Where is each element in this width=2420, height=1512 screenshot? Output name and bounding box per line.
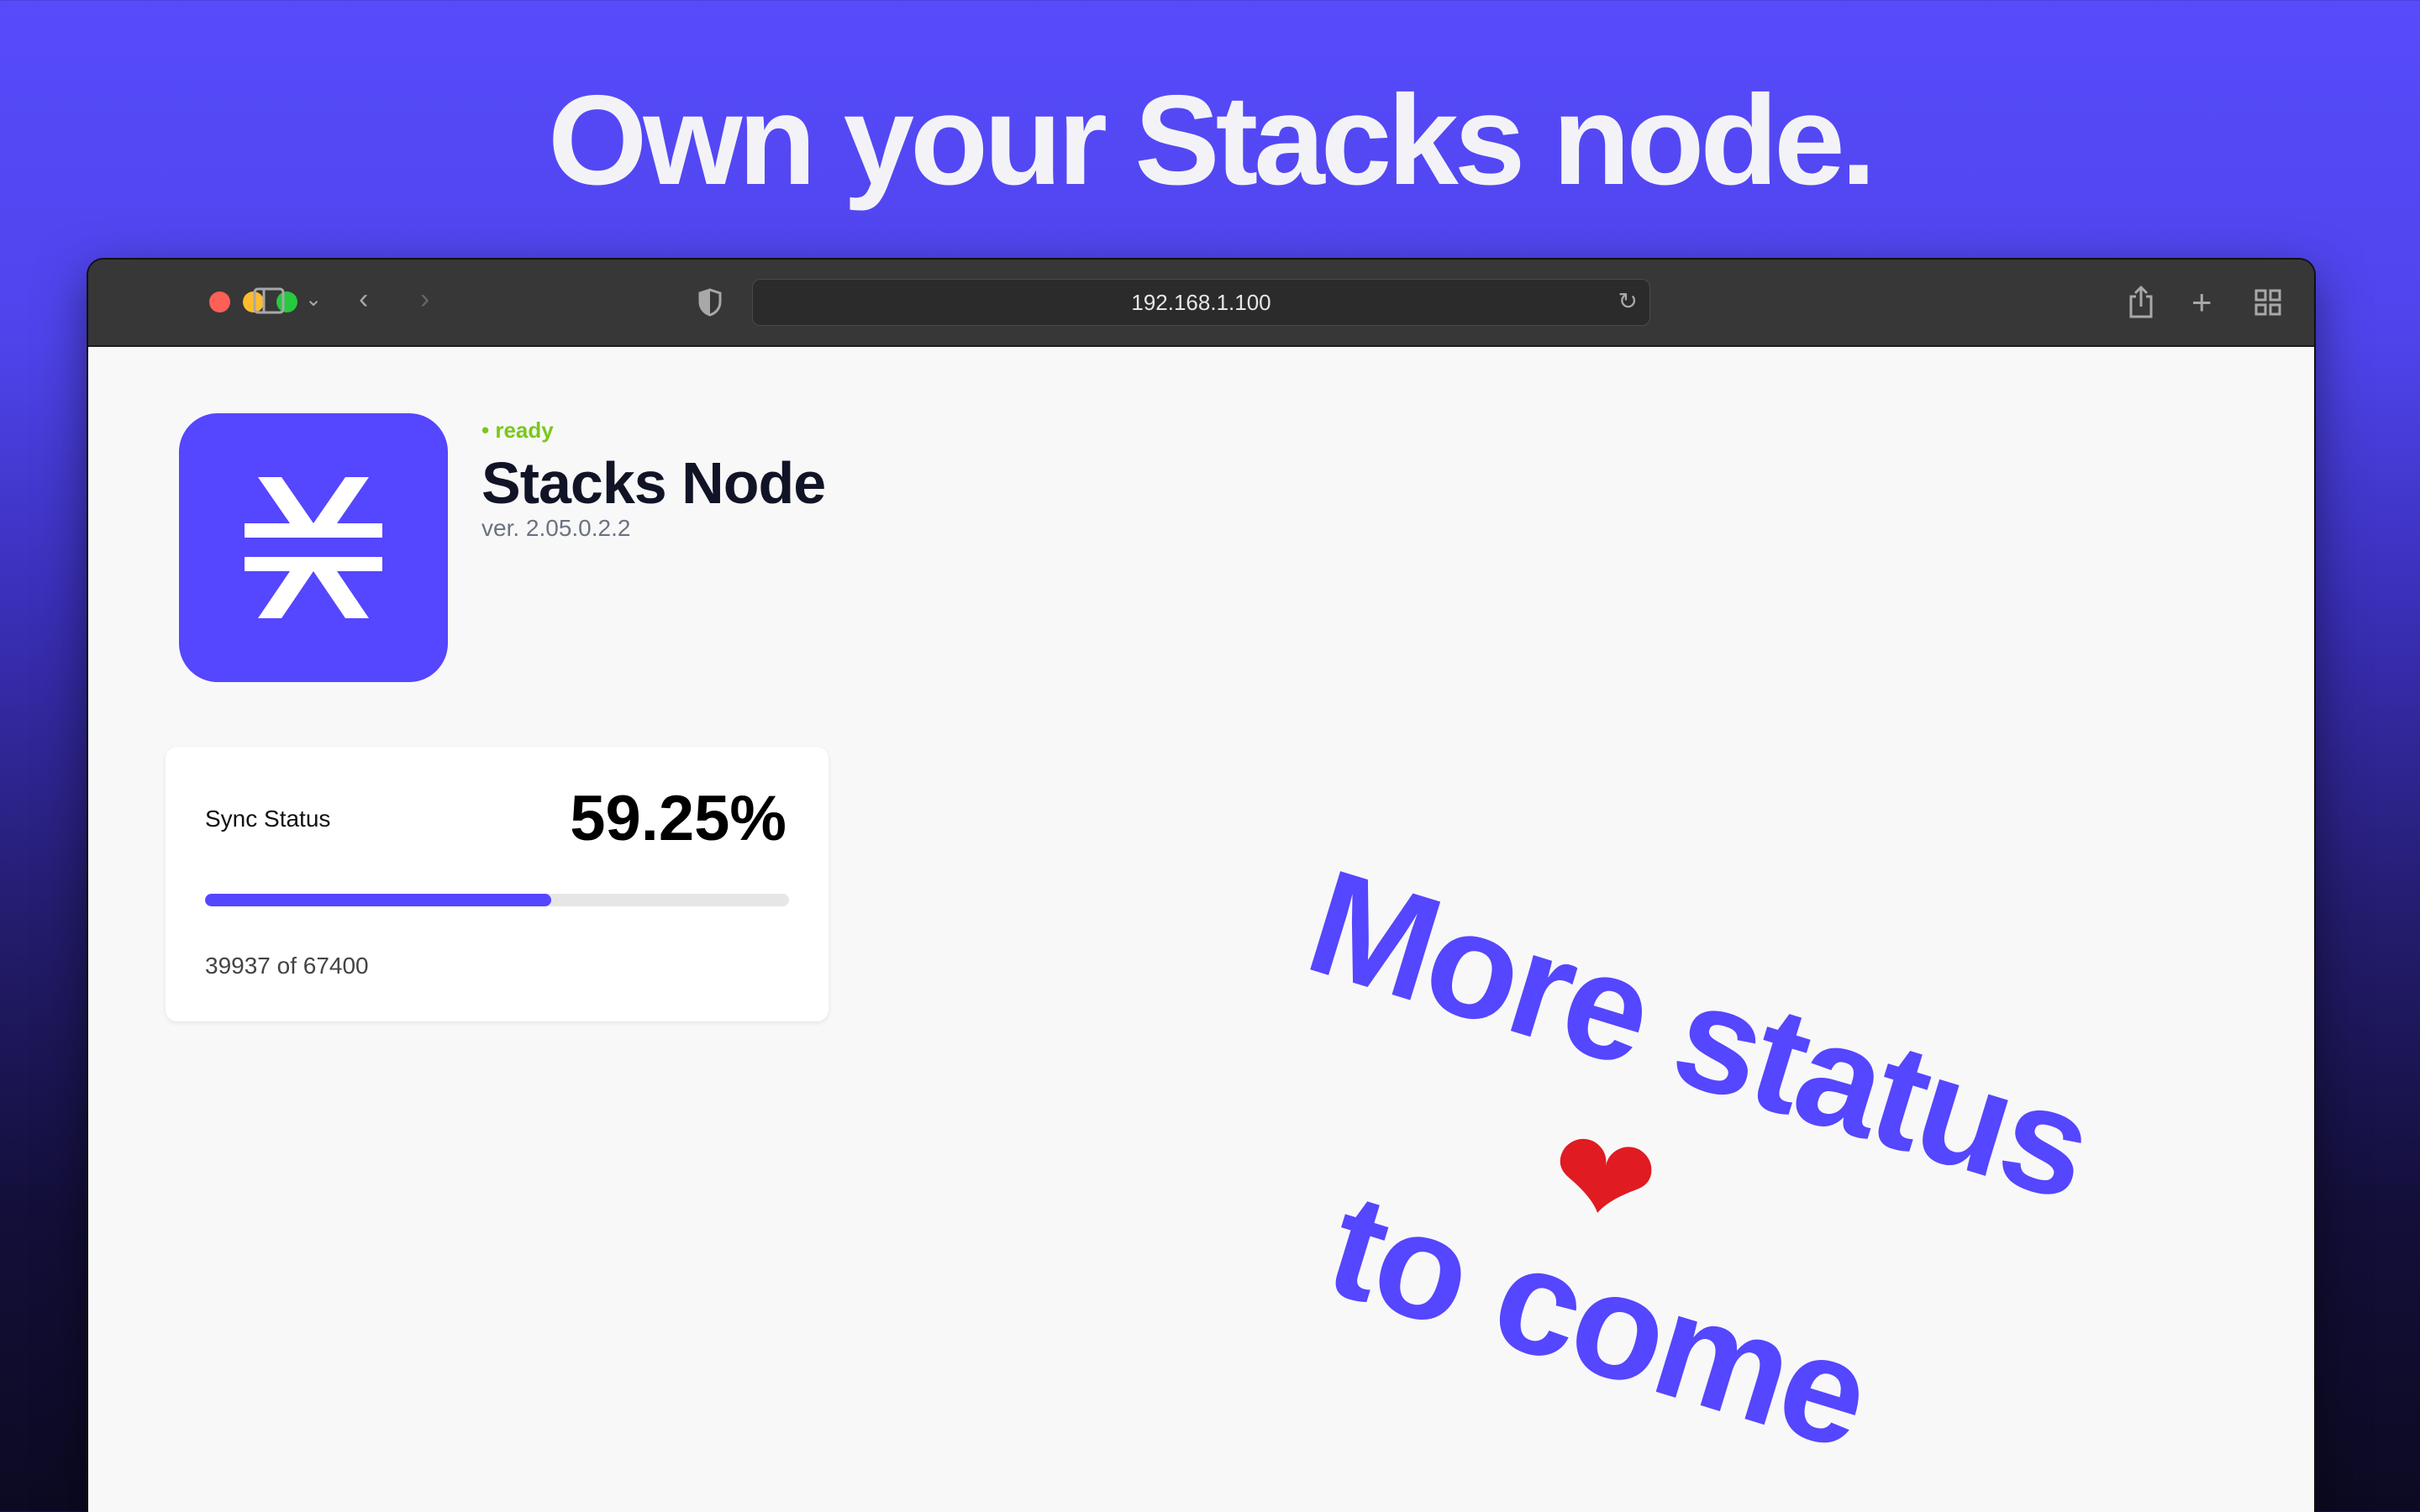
- page-content: • ready Stacks Node ver. 2.05.0.2.2 Sync…: [88, 347, 2314, 1512]
- new-tab-icon[interactable]: +: [2191, 285, 2212, 320]
- sync-status-card: Sync Status 59.25% 39937 of 67400: [166, 747, 829, 1021]
- sync-status-label: Sync Status: [205, 806, 331, 832]
- close-window-button[interactable]: [209, 291, 230, 312]
- forward-button[interactable]: ›: [420, 285, 429, 313]
- share-icon[interactable]: [2128, 285, 2154, 323]
- address-bar[interactable]: 192.168.1.100 ↻: [752, 279, 1650, 326]
- page-title: Stacks Node: [481, 450, 826, 516]
- url-text: 192.168.1.100: [1131, 290, 1271, 315]
- privacy-shield-icon[interactable]: [698, 288, 722, 322]
- tab-overview-icon[interactable]: [2254, 289, 2281, 321]
- chevron-down-icon[interactable]: ⌄: [305, 290, 322, 310]
- sync-progress-fill: [205, 894, 551, 906]
- sync-percent: 59.25%: [570, 783, 786, 854]
- stacks-logo-icon: [179, 413, 448, 682]
- version-text: ver. 2.05.0.2.2: [481, 515, 631, 541]
- sync-progress-bar: [205, 894, 789, 906]
- status-badge: • ready: [481, 417, 554, 443]
- sidebar-toggle-icon[interactable]: [253, 287, 285, 319]
- browser-toolbar: ⌄ ‹ › 192.168.1.100 ↻ +: [88, 260, 2314, 347]
- sync-blocks-text: 39937 of 67400: [205, 953, 369, 979]
- back-button[interactable]: ‹: [359, 285, 368, 313]
- headline: Own your Stacks node.: [548, 69, 1876, 212]
- browser-window: ⌄ ‹ › 192.168.1.100 ↻ + • ready Stacks N…: [88, 260, 2314, 1512]
- reload-icon[interactable]: ↻: [1618, 290, 1638, 313]
